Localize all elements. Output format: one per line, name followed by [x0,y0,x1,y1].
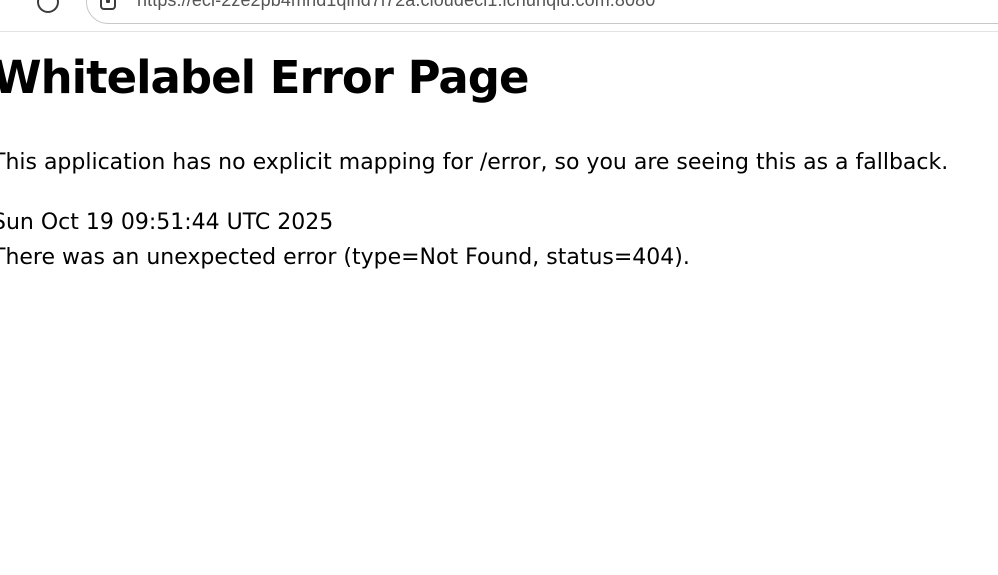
page-title: Whitelabel Error Page [0,51,530,104]
error-details: There was an unexpected error (type=Not … [0,245,690,270]
reload-icon[interactable] [37,0,59,13]
error-timestamp: Sun Oct 19 09:51:44 UTC 2025 [0,210,334,235]
site-info-icon[interactable] [100,0,116,10]
url-text[interactable]: https://eci-2ze2pb4mnd1qind7l72a.cloudec… [137,0,655,11]
error-explanation: This application has no explicit mapping… [0,150,949,175]
browser-toolbar: https://eci-2ze2pb4mnd1qind7l72a.cloudec… [0,0,998,32]
